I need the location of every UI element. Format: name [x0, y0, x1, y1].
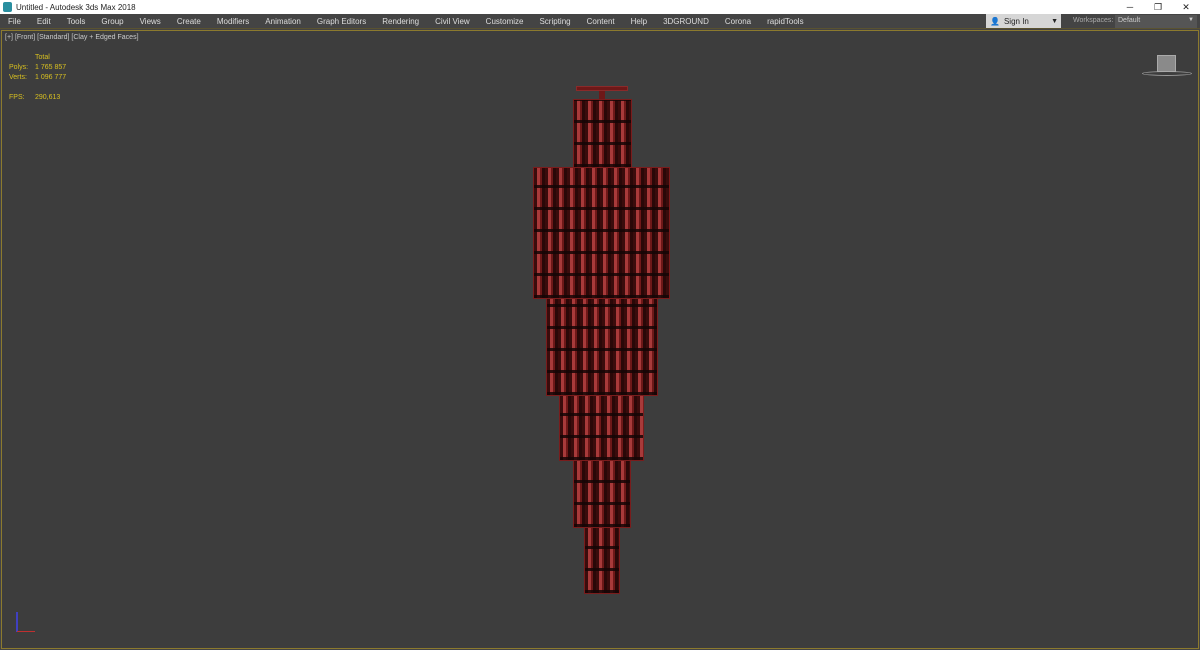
polys-value: 1 765 857 — [35, 64, 67, 71]
menu-customize[interactable]: Customize — [478, 17, 532, 26]
menu-civil-view[interactable]: Civil View — [427, 17, 478, 26]
verts-label: Verts: — [9, 74, 27, 81]
menu-content[interactable]: Content — [579, 17, 623, 26]
viewport-front[interactable]: [+] [Front] [Standard] [Clay + Edged Fac… — [1, 30, 1199, 649]
chevron-down-icon: ▼ — [1051, 17, 1058, 25]
sign-in-label: Sign In — [1003, 16, 1029, 26]
menu-corona[interactable]: Corona — [717, 17, 759, 26]
axis-x-icon — [17, 631, 35, 632]
model-tier — [546, 298, 658, 396]
viewport-shading-menu[interactable]: [Clay + Edged Faces] — [71, 34, 138, 41]
menu-group[interactable]: Group — [93, 17, 131, 26]
model-tier — [573, 99, 632, 168]
workspaces-select[interactable]: Default ▼ — [1115, 15, 1197, 28]
polys-label: Polys: — [9, 64, 29, 71]
menu-scripting[interactable]: Scripting — [531, 17, 578, 26]
model-tier — [584, 527, 620, 594]
viewcube[interactable] — [1142, 53, 1192, 83]
viewcube-face[interactable] — [1157, 55, 1176, 72]
menu-3dground[interactable]: 3DGROUND — [655, 17, 717, 26]
menu-create[interactable]: Create — [169, 17, 209, 26]
menu-help[interactable]: Help — [623, 17, 655, 26]
menu-rendering[interactable]: Rendering — [374, 17, 427, 26]
menu-tools[interactable]: Tools — [59, 17, 94, 26]
chevron-down-icon: ▼ — [1188, 17, 1194, 23]
workspaces-label: Workspaces: — [1073, 17, 1114, 24]
verts-value: 1 096 777 — [35, 74, 67, 81]
axis-z-icon — [16, 612, 18, 632]
viewport-general-menu[interactable]: [+] — [5, 34, 13, 41]
menu-graph-editors[interactable]: Graph Editors — [309, 17, 374, 26]
menu-views[interactable]: Views — [132, 17, 169, 26]
model-tier — [573, 460, 631, 528]
menu-rapidtools[interactable]: rapidTools — [759, 17, 811, 26]
menu-modifiers[interactable]: Modifiers — [209, 17, 257, 26]
user-icon: 👤 — [990, 16, 1000, 26]
workspaces-value: Default — [1118, 17, 1141, 24]
sign-in-button[interactable]: 👤 Sign In ▼ — [986, 14, 1061, 28]
menu-edit[interactable]: Edit — [29, 17, 59, 26]
fps-label: FPS: — [9, 94, 25, 101]
viewport-label-menu: [+] [Front] [Standard] [Clay + Edged Fac… — [5, 34, 139, 41]
model-stem — [599, 91, 605, 99]
menu-animation[interactable]: Animation — [257, 17, 309, 26]
menu-file[interactable]: File — [0, 17, 29, 26]
model-tier — [533, 167, 670, 299]
minimize-button[interactable]: ─ — [1116, 2, 1144, 13]
close-button[interactable]: ✕ — [1172, 2, 1200, 13]
window-title: Untitled - Autodesk 3ds Max 2018 — [16, 2, 136, 12]
viewport-lighting-menu[interactable]: [Standard] — [37, 34, 69, 41]
viewport-point-of-view-menu[interactable]: [Front] — [15, 34, 35, 41]
model-tier — [559, 395, 644, 461]
app-icon — [3, 2, 12, 12]
restore-button[interactable]: ❐ — [1144, 2, 1172, 13]
stats-header: Total — [35, 54, 50, 61]
title-bar: Untitled - Autodesk 3ds Max 2018 ─ ❐ ✕ — [0, 0, 1200, 14]
fps-value: 290,613 — [35, 94, 61, 101]
